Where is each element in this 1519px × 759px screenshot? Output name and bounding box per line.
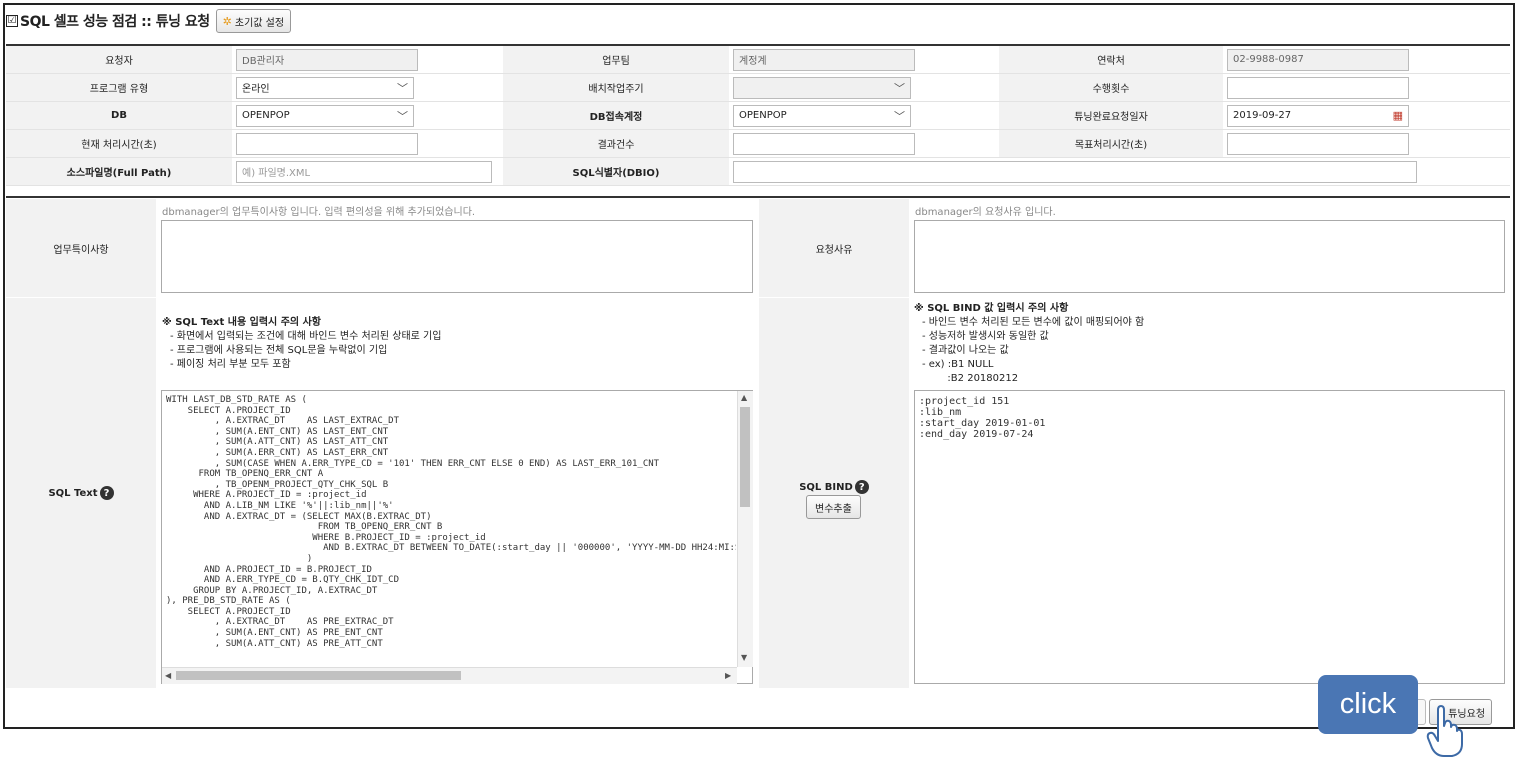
db-account-label: DB접속계정 [503,101,729,130]
program-type-value: 온라인 [242,84,270,95]
contact-field: 02-9988-0987 [1227,48,1409,71]
page-title: SQL 셀프 성능 점검 :: 튜닝 요청 [20,14,210,30]
sql-bind-values: :project_id 151 :lib_nm :start_day 2019-… [919,396,1046,440]
program-type-label: 프로그램 유형 [6,73,232,102]
tuning-date-value: 2019-09-27 [1233,110,1292,121]
batch-cycle-label: 배치작업주기 [503,73,729,102]
chevron-down-icon: ﹀ [397,109,408,123]
business-notes-hint: dbmanager의 업무특이사항 입니다. 입력 편의성을 위해 추가되었습니… [162,207,476,218]
db-value: OPENPOP [242,110,290,121]
sql-text-label-cell: SQL Text ? [6,298,156,688]
chevron-down-icon: ﹀ [894,109,905,123]
form-row: 현재 처리시간(초) 결과건수 목표처리시간(초) [6,129,1510,158]
sql-bind-note: - 성능저하 발생시와 동일한 값 [922,331,1049,342]
sql-bind-note: - ex) :B1 NULL [922,359,994,370]
request-reason-label: 요청사유 [759,199,909,297]
sql-bind-note: ※ SQL BIND 값 입력시 주의 사항 [914,303,1069,314]
business-notes-label: 업무특이사항 [6,199,156,297]
result-count-label: 결과건수 [503,129,729,158]
source-file-label: 소스파일명(Full Path) [6,157,232,186]
help-icon[interactable]: ? [854,480,869,494]
horizontal-scrollbar[interactable]: ◀ ▶ [162,667,737,684]
requester-field: DB관리자 [236,48,418,71]
scrollbar-thumb[interactable] [176,671,461,680]
form-row: DB OPENPOP ﹀ DB접속계정 OPENPOP ﹀ 튜닝완료요청일자 201… [6,101,1510,130]
tuning-date-input[interactable]: 2019-09-27 ▦ [1227,104,1409,127]
sql-text-note: ※ SQL Text 내용 입력시 주의 사항 [162,317,321,328]
chevron-down-icon: ﹀ [894,81,905,95]
chevron-down-icon: ﹀ [397,81,408,95]
target-time-input[interactable] [1227,132,1409,155]
result-count-input[interactable] [733,132,915,155]
sql-text-note: - 프로그램에 사용되는 전체 SQL문을 누락없이 기입 [170,345,388,356]
form-row: 요청자 DB관리자 업무팀 계정계 연락처 02-9988-0987 [6,46,1510,74]
reset-button[interactable]: ✲ 초기값 설정 [215,9,292,33]
reset-button-label: 초기값 설정 [234,17,285,29]
sql-text-note: - 화면에서 입력되는 조건에 대해 바인드 변수 처리된 상태로 기입 [170,331,442,342]
section-divider [6,196,1510,198]
title-bar: ☑ SQL 셀프 성능 점검 :: 튜닝 요청 ✲ 초기값 설정 [6,9,292,33]
sql-bind-note: :B2 20180212 [922,373,1019,384]
request-form-table: 요청자 DB관리자 업무팀 계정계 연락처 02-9988-0987 프로그램 … [6,46,1510,186]
cur-time-label: 현재 처리시간(초) [6,129,232,158]
check-icon: ☑ [6,15,18,27]
calendar-icon[interactable]: ▦ [1393,109,1403,122]
sql-id-label: SQL식별자(DBIO) [503,157,729,186]
scroll-left-icon[interactable]: ◀ [165,671,171,680]
sql-text-code: WITH LAST_DB_STD_RATE AS ( SELECT A.PROJ… [166,395,736,649]
cur-time-input[interactable] [236,132,418,155]
sql-text-label: SQL Text [48,487,98,499]
sql-bind-note: - 결과값이 나오는 값 [922,345,1009,356]
scroll-up-icon[interactable]: ▲ [741,393,747,402]
scroll-right-icon[interactable]: ▶ [725,671,731,680]
team-field: 계정계 [733,48,915,71]
sql-text-note: - 페이징 처리 부분 모두 포함 [170,359,291,370]
program-type-select[interactable]: 온라인 ﹀ [236,76,414,99]
db-select[interactable]: OPENPOP ﹀ [236,104,414,127]
sql-bind-notes: ※ SQL BIND 값 입력시 주의 사항 - 바인드 변수 처리된 모든 변… [914,302,1144,386]
scroll-down-icon[interactable]: ▼ [741,653,747,662]
tuning-date-label: 튜닝완료요청일자 [999,101,1223,130]
gear-icon: ✲ [222,14,232,28]
exec-count-label: 수행횟수 [999,73,1223,102]
click-callout: click [1318,675,1418,734]
sql-bind-note: - 바인드 변수 처리된 모든 변수에 값이 매핑되어야 함 [922,317,1145,328]
source-file-input[interactable]: 예) 파일명.XML [236,160,492,183]
sql-bind-label: SQL BIND [799,481,853,493]
scrollbar-thumb[interactable] [740,407,750,507]
vertical-scrollbar[interactable]: ▲ ▼ [737,391,753,667]
target-time-label: 목표처리시간(초) [999,129,1223,158]
hand-pointer-icon [1426,705,1463,757]
request-reason-textarea[interactable] [914,220,1505,293]
form-row: 프로그램 유형 온라인 ﹀ 배치작업주기 ﹀ 수행횟수 [6,73,1510,102]
sql-bind-label-cell: SQL BIND ? [759,298,909,688]
business-notes-textarea[interactable] [161,220,753,293]
batch-cycle-select[interactable]: ﹀ [733,76,911,99]
db-account-value: OPENPOP [739,110,787,121]
request-reason-hint: dbmanager의 요청사유 입니다. [915,207,1056,218]
sql-bind-title: SQL BIND ? [799,480,869,494]
db-label: DB [6,101,232,130]
requester-label: 요청자 [6,46,232,74]
extract-variables-button[interactable]: 변수추출 [806,495,861,519]
db-account-select[interactable]: OPENPOP ﹀ [733,104,911,127]
exec-count-input[interactable] [1227,76,1409,99]
help-icon[interactable]: ? [99,486,114,500]
form-row: 소스파일명(Full Path) 예) 파일명.XML SQL식별자(DBIO) [6,157,1510,186]
sql-id-input[interactable] [733,160,1417,183]
sql-text-notes: ※ SQL Text 내용 입력시 주의 사항 - 화면에서 입력되는 조건에 … [162,316,441,372]
contact-label: 연락처 [999,46,1223,74]
team-label: 업무팀 [503,46,729,74]
